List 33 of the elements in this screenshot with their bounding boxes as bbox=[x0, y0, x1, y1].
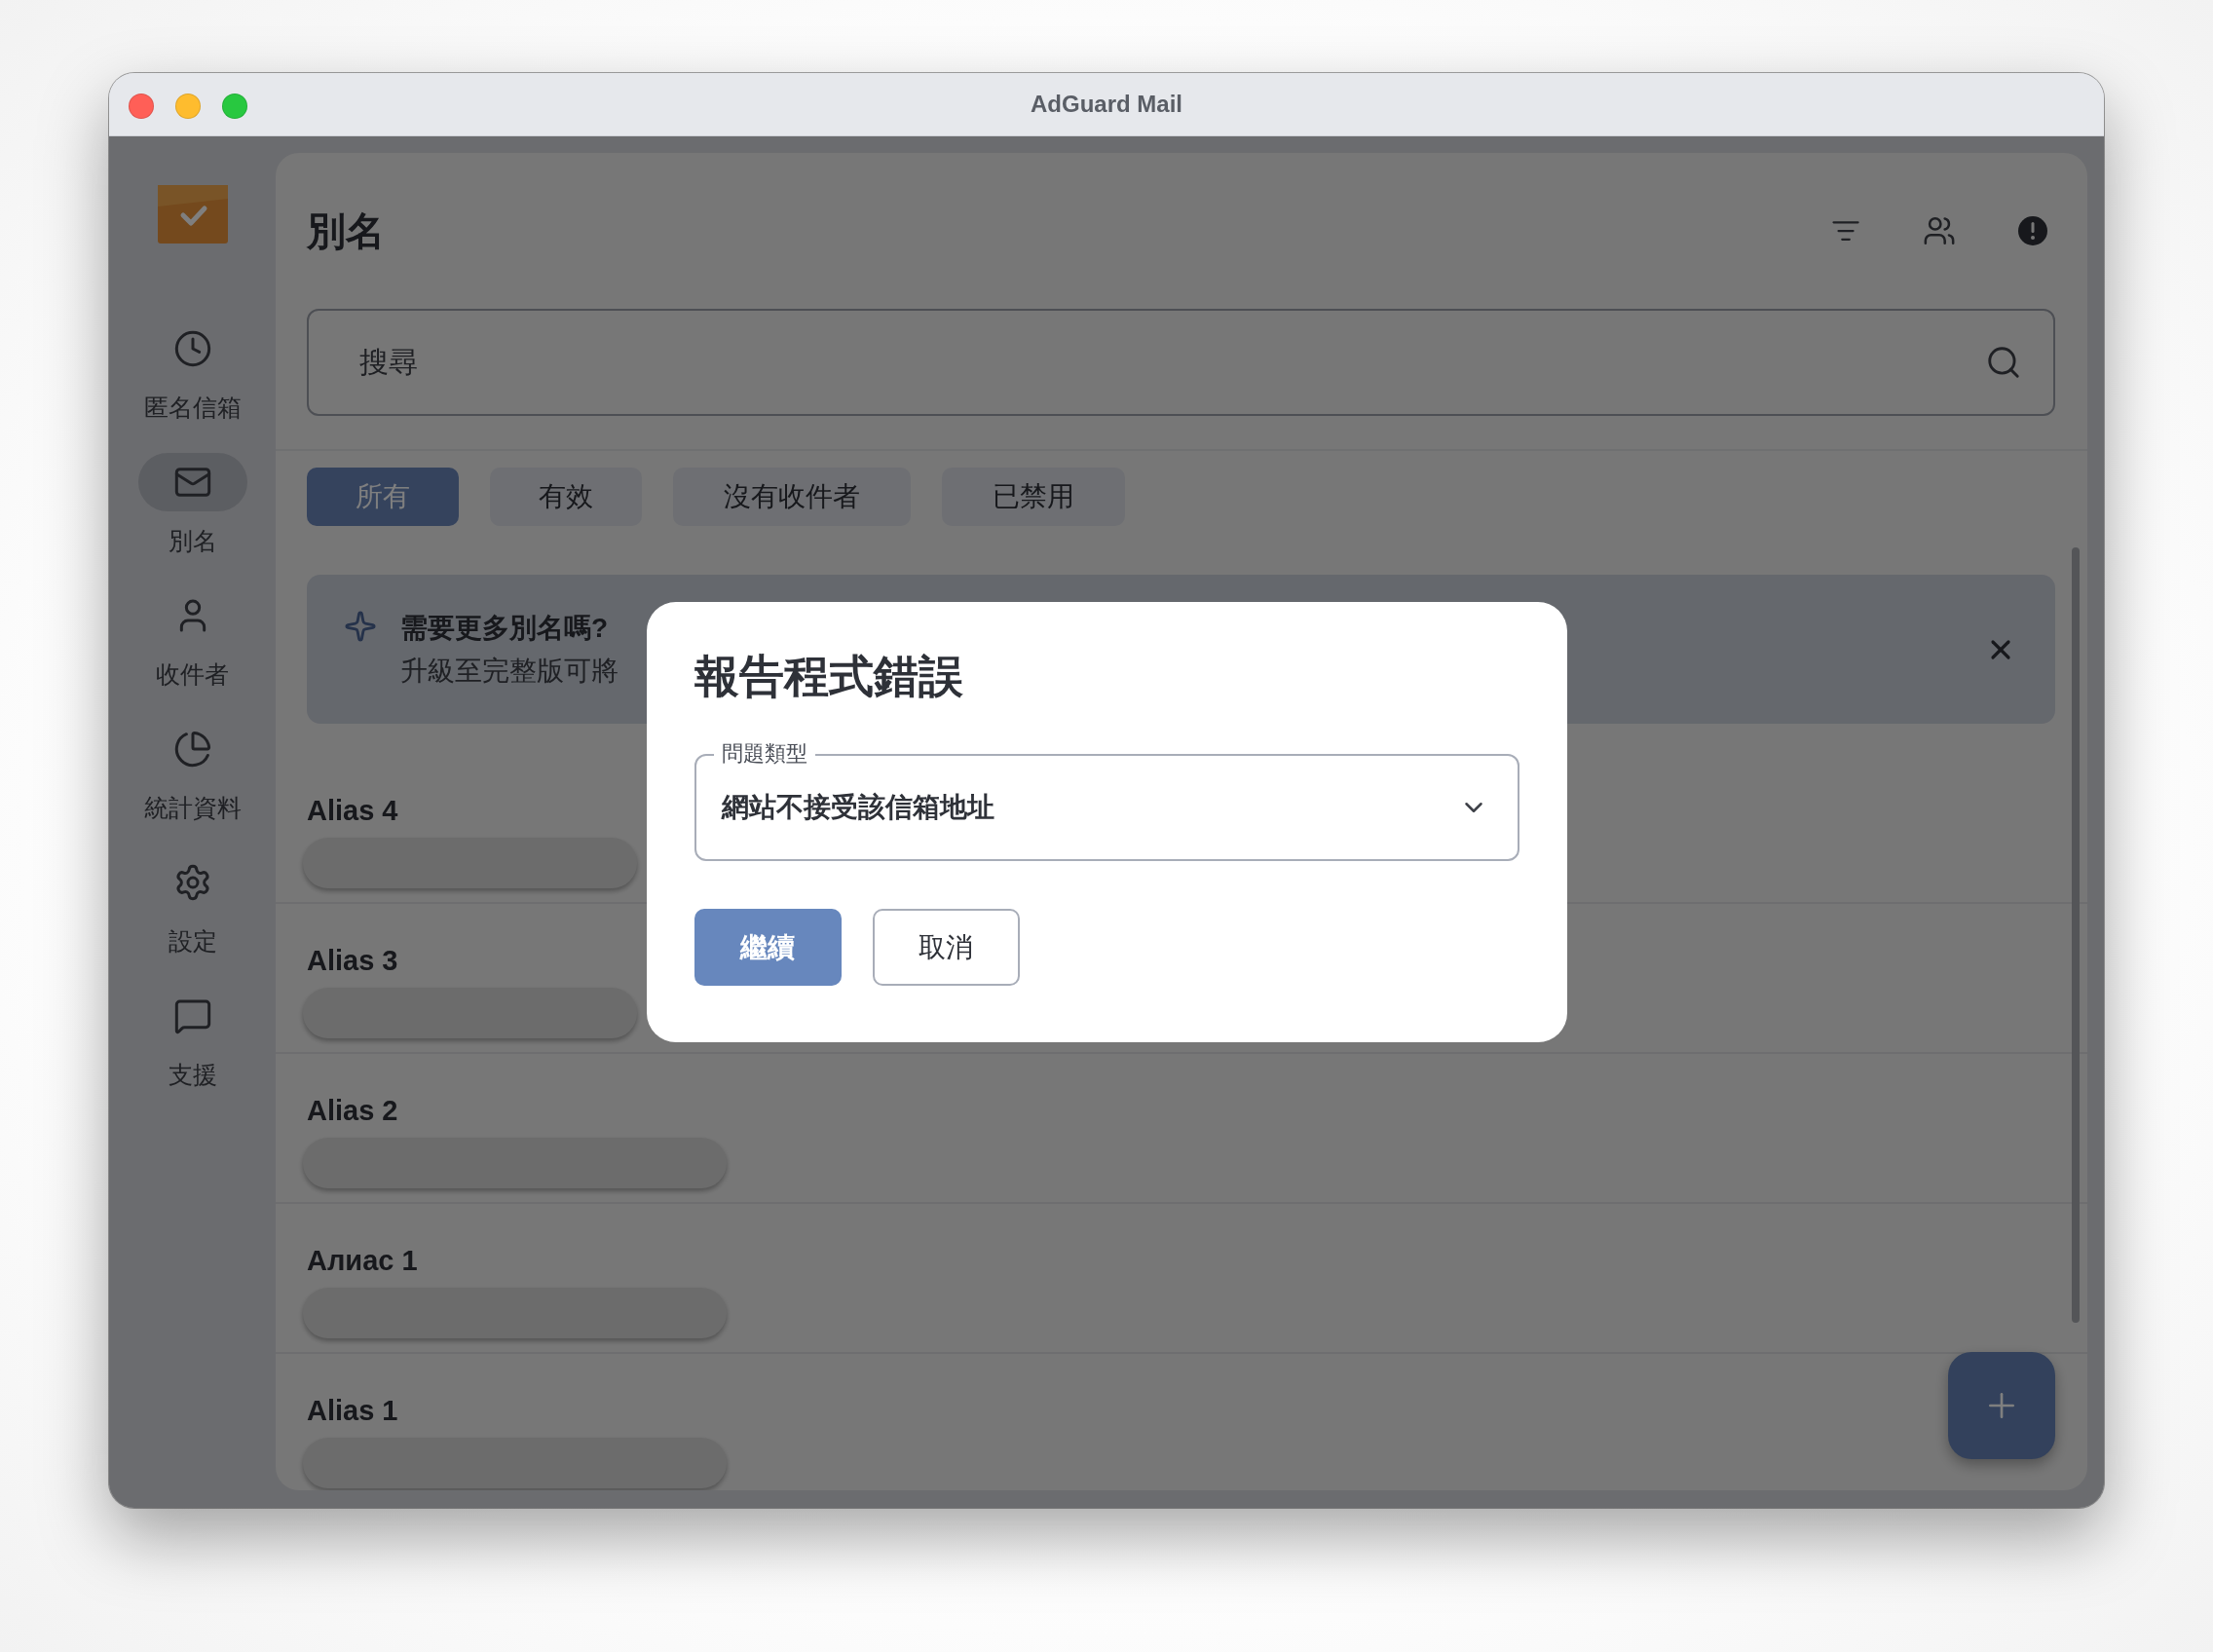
filter-tab[interactable]: 有效 bbox=[490, 468, 642, 526]
filter-tab[interactable]: 所有 bbox=[307, 468, 459, 526]
scrollbar[interactable] bbox=[2072, 547, 2080, 1323]
clock-icon bbox=[172, 329, 212, 368]
sidebar-item[interactable]: 收件者 bbox=[137, 586, 247, 691]
pie-chart-icon bbox=[172, 730, 212, 769]
continue-button[interactable]: 繼續 bbox=[694, 909, 842, 986]
sparkle-icon bbox=[344, 610, 377, 643]
banner-text: 升級至完整版可將 bbox=[400, 654, 619, 688]
banner-title: 需要更多別名嗎? bbox=[400, 611, 609, 645]
filter-tab[interactable]: 已禁用 bbox=[942, 468, 1125, 526]
sidebar-item[interactable]: 匿名信箱 bbox=[137, 319, 247, 424]
search-field[interactable]: 搜尋 bbox=[307, 309, 2055, 416]
filter-tab[interactable]: 沒有收件者 bbox=[673, 468, 911, 526]
alias-name[interactable]: Alias 2 bbox=[307, 1093, 2056, 1128]
sidebar-item[interactable]: 統計資料 bbox=[137, 720, 247, 824]
sidebar-item[interactable]: 設定 bbox=[137, 853, 247, 957]
people-icon bbox=[1923, 214, 1956, 247]
alert-icon bbox=[2017, 215, 2048, 246]
sidebar-item[interactable]: 支援 bbox=[137, 987, 247, 1091]
select-value: 網站不接受該信箱地址 bbox=[721, 791, 995, 824]
dialog-title: 報告程式錯誤 bbox=[694, 650, 964, 703]
search-icon bbox=[1985, 344, 2022, 381]
field-label: 問題類型 bbox=[713, 740, 815, 768]
window-title: AdGuard Mail bbox=[1031, 91, 1182, 118]
alias-name[interactable]: Alias 1 bbox=[307, 1393, 2056, 1428]
zoom-window-button[interactable] bbox=[222, 94, 247, 119]
close-window-button[interactable] bbox=[129, 94, 154, 119]
page-title: 別名 bbox=[307, 207, 386, 254]
minimize-window-button[interactable] bbox=[175, 94, 201, 119]
add-button[interactable] bbox=[1948, 1352, 2055, 1459]
alias-name[interactable]: Алиас 1 bbox=[307, 1243, 2056, 1278]
cancel-button[interactable]: 取消 bbox=[872, 909, 1020, 986]
